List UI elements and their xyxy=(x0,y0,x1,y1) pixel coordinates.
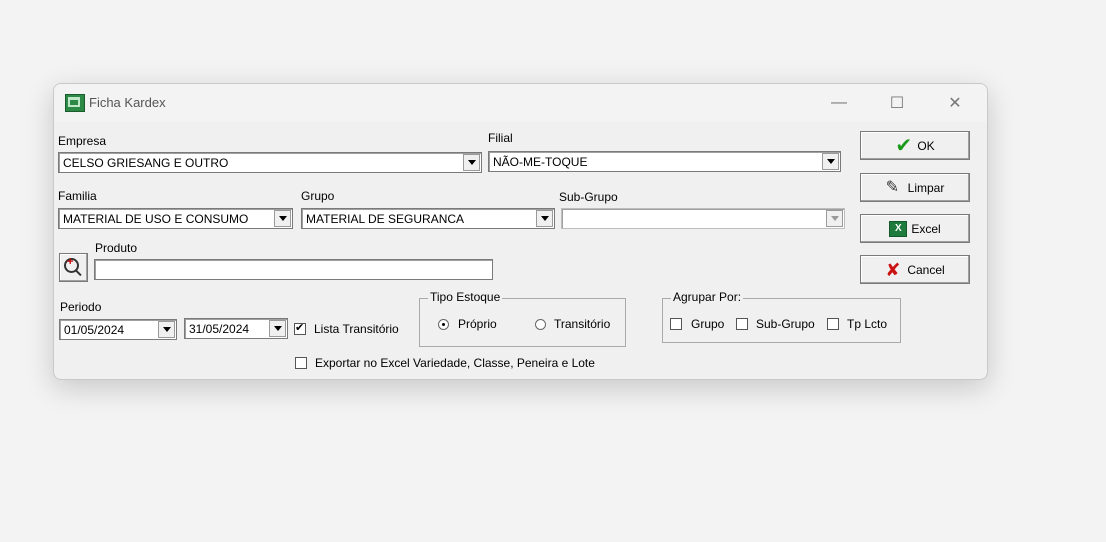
check-icon: ✔ xyxy=(895,134,913,157)
filial-select[interactable]: NÃO-ME-TOQUE xyxy=(488,151,841,172)
periodo-start-date[interactable]: 01/05/2024 xyxy=(59,319,177,340)
limpar-button-label: Limpar xyxy=(907,180,945,195)
periodo-label: Periodo xyxy=(60,300,102,314)
chevron-down-icon[interactable] xyxy=(463,154,480,171)
ficha-kardex-window: Ficha Kardex — ☐ ✕ Empresa CELSO GRIESAN… xyxy=(53,83,988,380)
familia-label: Familia xyxy=(58,189,97,203)
familia-select[interactable]: MATERIAL DE USO E CONSUMO xyxy=(58,208,293,229)
agrupar-tplcto-label: Tp Lcto xyxy=(847,317,888,331)
ok-button-label: OK xyxy=(917,138,935,153)
chevron-down-icon[interactable] xyxy=(158,321,175,338)
grupo-select[interactable]: MATERIAL DE SEGURANCA xyxy=(301,208,555,229)
grupo-label: Grupo xyxy=(301,189,335,203)
lista-transitorio-checkbox[interactable] xyxy=(294,321,306,335)
chevron-down-icon[interactable] xyxy=(822,153,839,170)
periodo-end-date[interactable]: 31/05/2024 xyxy=(184,318,288,339)
grupo-value: MATERIAL DE SEGURANCA xyxy=(306,212,465,226)
close-button[interactable]: ✕ xyxy=(932,84,978,122)
produto-input[interactable] xyxy=(94,259,493,280)
kardex-app-icon xyxy=(65,94,85,112)
eraser-icon: ✎ xyxy=(885,178,900,196)
periodo-end-value: 31/05/2024 xyxy=(189,322,250,336)
exportar-label: Exportar no Excel Variedade, Classe, Pen… xyxy=(315,356,595,370)
cancel-button[interactable]: ✘ Cancel xyxy=(860,255,970,284)
excel-button-label: Excel xyxy=(911,221,941,236)
agrupar-por-title: Agrupar Por: xyxy=(671,290,744,304)
x-icon: ✘ xyxy=(885,259,901,280)
chevron-down-icon[interactable] xyxy=(269,320,286,337)
chevron-down-icon[interactable] xyxy=(826,210,843,227)
excel-button[interactable]: X Excel xyxy=(860,214,970,243)
exportar-checkbox[interactable] xyxy=(295,357,307,369)
empresa-value: CELSO GRIESANG E OUTRO xyxy=(63,156,229,170)
cancel-button-label: Cancel xyxy=(907,262,945,277)
ok-button[interactable]: ✔ OK xyxy=(860,131,970,160)
maximize-button[interactable]: ☐ xyxy=(874,84,920,122)
title-bar[interactable]: Ficha Kardex — ☐ ✕ xyxy=(54,84,987,122)
tipo-estoque-proprio-label: Próprio xyxy=(458,317,497,331)
tipo-estoque-transitorio-label: Transitório xyxy=(554,317,611,331)
familia-value: MATERIAL DE USO E CONSUMO xyxy=(63,212,249,226)
filial-label: Filial xyxy=(488,131,513,145)
chevron-down-icon[interactable] xyxy=(274,210,291,227)
tipo-estoque-title: Tipo Estoque xyxy=(428,290,503,304)
subgrupo-select[interactable] xyxy=(561,208,845,229)
limpar-button[interactable]: ✎ Limpar xyxy=(860,173,970,202)
empresa-label: Empresa xyxy=(58,134,107,148)
subgrupo-label: Sub-Grupo xyxy=(559,190,618,204)
window-title: Ficha Kardex xyxy=(89,95,166,110)
chevron-down-icon[interactable] xyxy=(536,210,553,227)
tipo-estoque-group: Tipo Estoque Próprio Transitório xyxy=(419,290,626,347)
agrupar-subgrupo-checkbox[interactable] xyxy=(736,318,748,330)
lista-transitorio-label: Lista Transitório xyxy=(314,322,399,336)
filial-value: NÃO-ME-TOQUE xyxy=(493,155,588,169)
agrupar-grupo-checkbox[interactable] xyxy=(670,318,682,330)
minimize-button[interactable]: — xyxy=(816,84,862,122)
agrupar-subgrupo-label: Sub-Grupo xyxy=(756,317,815,331)
periodo-start-value: 01/05/2024 xyxy=(64,323,125,337)
agrupar-por-group: Agrupar Por: Grupo Sub-Grupo Tp Lcto xyxy=(662,290,901,343)
agrupar-tplcto-checkbox[interactable] xyxy=(827,318,839,330)
tipo-estoque-transitorio-radio[interactable] xyxy=(535,319,546,330)
tipo-estoque-proprio-radio[interactable] xyxy=(438,319,449,330)
empresa-select[interactable]: CELSO GRIESANG E OUTRO xyxy=(58,152,482,173)
excel-icon: X xyxy=(889,220,908,237)
agrupar-grupo-label: Grupo xyxy=(691,317,725,331)
zoom-in-icon xyxy=(64,256,79,273)
produto-label: Produto xyxy=(95,241,138,255)
product-search-button[interactable] xyxy=(59,253,88,282)
